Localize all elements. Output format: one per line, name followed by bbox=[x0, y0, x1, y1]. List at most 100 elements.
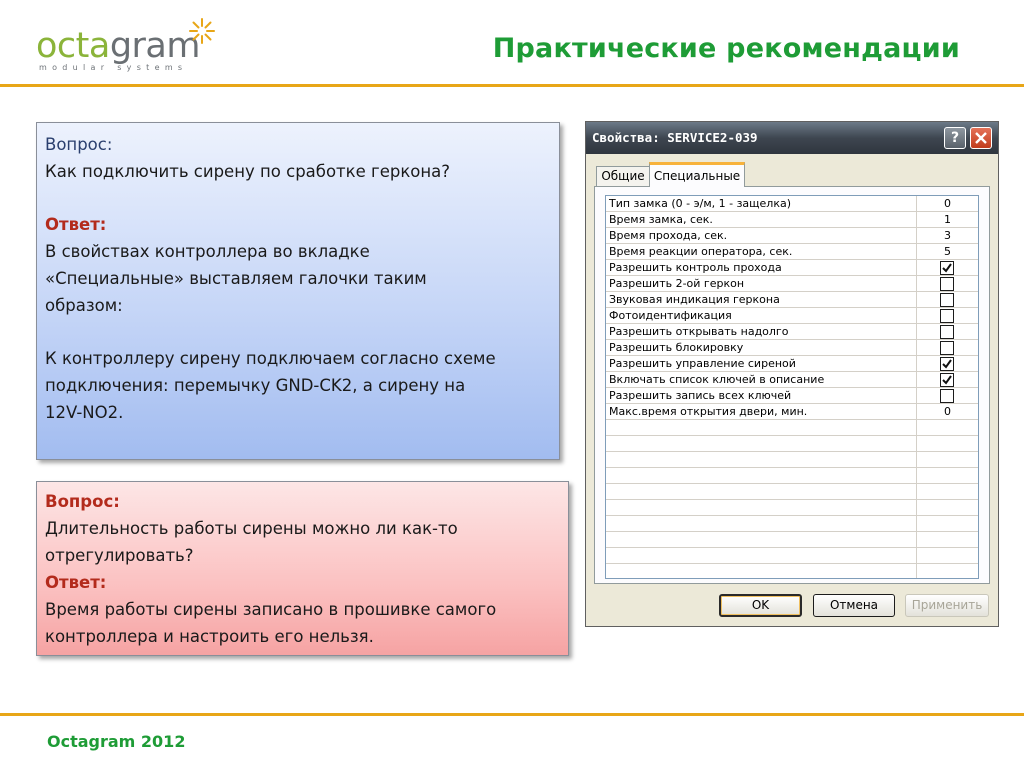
logo-word-part1: octa bbox=[36, 26, 110, 66]
property-row[interactable]: Время замка, сек. 1 bbox=[606, 212, 978, 228]
unchecked-checkbox[interactable] bbox=[940, 277, 954, 291]
property-row[interactable]: Макс.время открытия двери, мин. 0 bbox=[606, 404, 978, 420]
empty-cell bbox=[916, 548, 978, 564]
answer-line: подключения: перемычку GND-CK2, а сирену… bbox=[45, 376, 466, 395]
special-tab-panel: Тип замка (0 - э/м, 1 - защелка) 0 Время з… bbox=[594, 186, 990, 584]
question-label: Вопрос: bbox=[45, 492, 120, 511]
property-name: Разрешить контроль прохода bbox=[609, 261, 782, 274]
property-row[interactable]: Фотоидентификация bbox=[606, 308, 978, 324]
property-name: Тип замка (0 - э/м, 1 - защелка) bbox=[609, 197, 791, 210]
empty-property-row[interactable] bbox=[606, 452, 978, 468]
property-value[interactable]: 0 bbox=[916, 196, 978, 212]
property-name: Включать список ключей в описание bbox=[609, 373, 825, 386]
checkmark-icon bbox=[942, 375, 952, 385]
property-grid[interactable]: Тип замка (0 - э/м, 1 - защелка) 0 Время з… bbox=[605, 195, 979, 579]
property-checkbox-cell bbox=[916, 356, 978, 372]
properties-dialog: Свойства: SERVICE2-039 ? Общие Специальн… bbox=[585, 121, 999, 627]
answer-line: К контроллеру сирену подключаем согласно… bbox=[45, 349, 496, 368]
property-row[interactable]: Разрешить запись всех ключей bbox=[606, 388, 978, 404]
close-icon bbox=[975, 132, 987, 144]
logo-star-icon bbox=[189, 18, 215, 44]
property-checkbox-cell bbox=[916, 260, 978, 276]
empty-cell bbox=[916, 452, 978, 468]
checked-checkbox[interactable] bbox=[940, 373, 954, 387]
checked-checkbox[interactable] bbox=[940, 357, 954, 371]
empty-property-row[interactable] bbox=[606, 564, 978, 578]
property-name: Время прохода, сек. bbox=[609, 229, 728, 242]
tab-general[interactable]: Общие bbox=[596, 166, 650, 186]
property-value[interactable]: 0 bbox=[916, 404, 978, 420]
property-row[interactable]: Время прохода, сек. 3 bbox=[606, 228, 978, 244]
answer-line: 12V-NO2. bbox=[45, 403, 124, 422]
property-value[interactable]: 1 bbox=[916, 212, 978, 228]
checkmark-icon bbox=[942, 359, 952, 369]
property-row[interactable]: Время реакции оператора, сек. 5 bbox=[606, 244, 978, 260]
property-name: Время реакции оператора, сек. bbox=[609, 245, 793, 258]
property-name: Макс.время открытия двери, мин. bbox=[609, 405, 808, 418]
answer-line: «Специальные» выставляем галочки таким bbox=[45, 269, 427, 288]
answer-line: контроллера и настроить его нельзя. bbox=[45, 627, 374, 646]
property-row[interactable]: Разрешить управление сиреной bbox=[606, 356, 978, 372]
property-name: Разрешить открывать надолго bbox=[609, 325, 789, 338]
property-name: Разрешить блокировку bbox=[609, 341, 744, 354]
empty-property-row[interactable] bbox=[606, 468, 978, 484]
unchecked-checkbox[interactable] bbox=[940, 309, 954, 323]
question-text: Как подключить сирену по сработке геркон… bbox=[45, 162, 451, 181]
unchecked-checkbox[interactable] bbox=[940, 389, 954, 403]
empty-cell bbox=[916, 500, 978, 516]
property-checkbox-cell bbox=[916, 388, 978, 404]
property-name: Время замка, сек. bbox=[609, 213, 713, 226]
empty-property-row[interactable] bbox=[606, 548, 978, 564]
property-row[interactable]: Разрешить открывать надолго bbox=[606, 324, 978, 340]
tab-special[interactable]: Специальные bbox=[649, 162, 745, 187]
footer-text: Octagram 2012 bbox=[47, 732, 186, 751]
unchecked-checkbox[interactable] bbox=[940, 293, 954, 307]
answer-label: Ответ: bbox=[45, 215, 107, 234]
unchecked-checkbox[interactable] bbox=[940, 325, 954, 339]
answer-line: Время работы сирены записано в прошивке … bbox=[45, 600, 497, 619]
checkmark-icon bbox=[942, 263, 952, 273]
empty-property-row[interactable] bbox=[606, 484, 978, 500]
qa-box-siren-connection: Вопрос: Как подключить сирену по сработк… bbox=[36, 122, 560, 460]
dialog-titlebar[interactable]: Свойства: SERVICE2-039 ? bbox=[586, 122, 998, 154]
ok-button[interactable]: OK bbox=[719, 594, 802, 617]
property-row[interactable]: Звуковая индикация геркона bbox=[606, 292, 978, 308]
dialog-title: Свойства: SERVICE2-039 bbox=[592, 130, 758, 145]
unchecked-checkbox[interactable] bbox=[940, 341, 954, 355]
property-row[interactable]: Разрешить блокировку bbox=[606, 340, 978, 356]
property-row[interactable]: Включать список ключей в описание bbox=[606, 372, 978, 388]
answer-line: В свойствах контроллера во вкладке bbox=[45, 242, 370, 261]
property-value[interactable]: 5 bbox=[916, 244, 978, 260]
property-checkbox-cell bbox=[916, 308, 978, 324]
close-button[interactable] bbox=[970, 127, 992, 149]
checked-checkbox[interactable] bbox=[940, 261, 954, 275]
empty-property-row[interactable] bbox=[606, 436, 978, 452]
property-row[interactable]: Тип замка (0 - э/м, 1 - защелка) 0 bbox=[606, 196, 978, 212]
logo-wordmark: octagram bbox=[36, 26, 200, 66]
property-row[interactable]: Разрешить контроль прохода bbox=[606, 260, 978, 276]
qa-box-siren-duration: Вопрос: Длительность работы сирены можно… bbox=[36, 481, 569, 656]
apply-button[interactable]: Применить bbox=[905, 594, 989, 617]
empty-cell bbox=[916, 468, 978, 484]
cancel-button[interactable]: Отмена bbox=[813, 594, 895, 617]
property-value[interactable]: 3 bbox=[916, 228, 978, 244]
help-button[interactable]: ? bbox=[944, 127, 966, 149]
property-checkbox-cell bbox=[916, 340, 978, 356]
empty-property-row[interactable] bbox=[606, 500, 978, 516]
logo-word-part2: gram bbox=[109, 26, 201, 66]
empty-property-row[interactable] bbox=[606, 532, 978, 548]
property-name: Фотоидентификация bbox=[609, 309, 732, 322]
footer-divider bbox=[0, 713, 1024, 716]
answer-line: образом: bbox=[45, 296, 123, 315]
answer-label: Ответ: bbox=[45, 573, 107, 592]
property-checkbox-cell bbox=[916, 324, 978, 340]
empty-property-row[interactable] bbox=[606, 420, 978, 436]
empty-cell bbox=[916, 564, 978, 578]
property-row[interactable]: Разрешить 2-ой геркон bbox=[606, 276, 978, 292]
property-checkbox-cell bbox=[916, 292, 978, 308]
slide-title: Практические рекомендации bbox=[492, 33, 960, 64]
empty-property-row[interactable] bbox=[606, 516, 978, 532]
question-label: Вопрос: bbox=[45, 135, 113, 154]
